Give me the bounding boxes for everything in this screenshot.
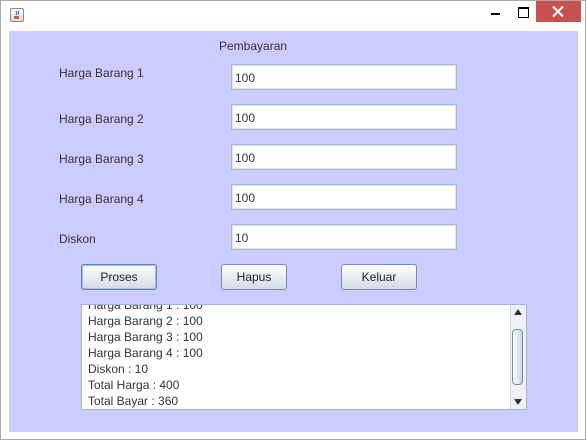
output-line: Diskon : 10 xyxy=(88,362,149,376)
label-diskon: Diskon xyxy=(59,232,96,246)
harga-barang-2-field[interactable]: 100 xyxy=(231,104,457,130)
label-harga-barang-2: Harga Barang 2 xyxy=(59,112,144,126)
harga-barang-1-field[interactable]: 100 xyxy=(231,64,457,90)
label-harga-barang-1: Harga Barang 1 xyxy=(59,66,144,80)
harga-barang-3-field[interactable]: 100 xyxy=(231,144,457,170)
output-line: Total Harga : 400 xyxy=(88,378,180,392)
hapus-button[interactable]: Hapus xyxy=(221,264,287,290)
label-harga-barang-3: Harga Barang 3 xyxy=(59,152,144,166)
scroll-up-arrow-icon[interactable] xyxy=(511,305,526,319)
output-line: Harga Barang 1 : 100 xyxy=(88,304,203,312)
scroll-down-arrow-icon[interactable] xyxy=(511,395,526,409)
app-window: Pembayaran Harga Barang 1 100 Harga Bara… xyxy=(0,0,586,440)
form-title: Pembayaran xyxy=(219,39,288,53)
scroll-thumb[interactable] xyxy=(512,329,523,385)
java-coffee-icon[interactable] xyxy=(10,8,24,22)
output-line: Harga Barang 4 : 100 xyxy=(88,346,203,360)
vertical-scrollbar[interactable] xyxy=(510,305,526,409)
output-line: Harga Barang 2 : 100 xyxy=(88,314,203,328)
title-bar[interactable] xyxy=(1,1,585,29)
diskon-field[interactable]: 10 xyxy=(231,224,457,250)
maximize-icon[interactable] xyxy=(510,1,536,23)
minimize-icon[interactable] xyxy=(484,1,508,23)
output-line: Harga Barang 3 : 100 xyxy=(88,330,203,344)
keluar-button[interactable]: Keluar xyxy=(341,264,417,290)
form-panel: Pembayaran Harga Barang 1 100 Harga Bara… xyxy=(9,31,578,432)
proses-button[interactable]: Proses xyxy=(81,264,157,290)
label-harga-barang-4: Harga Barang 4 xyxy=(59,192,144,206)
harga-barang-4-field[interactable]: 100 xyxy=(231,184,457,210)
output-line: Total Bayar : 360 xyxy=(88,394,179,408)
output-lines: Harga Barang 1 : 100 Harga Barang 2 : 10… xyxy=(88,304,203,409)
output-text-area[interactable]: Harga Barang 1 : 100 Harga Barang 2 : 10… xyxy=(81,304,527,410)
close-icon[interactable] xyxy=(536,1,581,22)
